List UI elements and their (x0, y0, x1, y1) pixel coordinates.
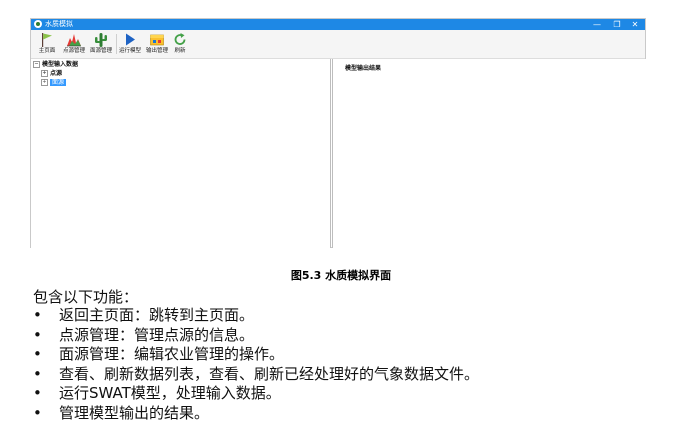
play-icon (126, 33, 135, 46)
list-item-text: 面源管理：编辑农业管理的操作。 (59, 345, 285, 363)
output-icon (150, 34, 164, 46)
list-item-text: 管理模型输出的结果。 (59, 403, 210, 422)
tree-item-label-selected: 面源 (50, 79, 67, 86)
list-item: • 运行SWAT模型，处理输入数据。 (33, 384, 479, 404)
collapse-icon[interactable]: − (33, 61, 40, 68)
tree-root[interactable]: − 模型输入数据 (33, 61, 78, 69)
point-source-label: 点源管理 (62, 48, 85, 54)
bullet-icon: • (33, 345, 42, 363)
window-title: 水质模拟 (45, 20, 73, 28)
expand-icon[interactable]: + (41, 79, 48, 86)
list-item-text: 运行SWAT模型，处理输入数据。 (59, 384, 281, 402)
refresh-label: 刷新 (174, 48, 186, 54)
expand-icon[interactable]: + (41, 70, 48, 77)
home-button[interactable]: 主页面 (35, 32, 59, 57)
list-item-text: 返回主页面：跳转到主页面。 (59, 306, 255, 324)
figure-caption: 图5.3 水质模拟界面 (290, 269, 392, 282)
bullet-icon: • (33, 306, 42, 324)
chart-icon (67, 34, 81, 47)
app-logo-icon (34, 20, 42, 28)
input-data-tree-pane: − 模型输入数据 + 点源 + 面源 (31, 59, 331, 248)
bullet-icon: • (33, 325, 42, 344)
list-item-text: 查看、刷新数据列表，查看、刷新已经处理好的气象数据文件。 (59, 364, 480, 383)
point-source-button[interactable]: 点源管理 (61, 32, 87, 57)
app-window: 水质模拟 — ❐ ✕ 主页面 点源管理 面源管理 运行模型 输出管理 刷新 − … (30, 18, 646, 248)
list-item: • 管理模型输出的结果。 (33, 404, 479, 424)
list-item: • 面源管理：编辑农业管理的操作。 (33, 345, 479, 365)
tree-item-point-source[interactable]: + 点源 (41, 70, 62, 78)
list-item: • 返回主页面：跳转到主页面。 (33, 306, 479, 326)
minimize-button[interactable]: — (589, 19, 605, 30)
run-model-button[interactable]: 运行模型 (117, 32, 143, 57)
refresh-button[interactable]: 刷新 (171, 32, 189, 57)
maximize-button[interactable]: ❐ (609, 19, 625, 30)
intro-text: 包含以下功能： (33, 288, 139, 306)
area-source-label: 面源管理 (89, 48, 112, 54)
toolbar: 主页面 点源管理 面源管理 运行模型 输出管理 刷新 (31, 30, 645, 59)
bullet-icon: • (33, 364, 42, 383)
bullet-icon: • (33, 384, 42, 402)
output-pane-title: 模型输出结果 (345, 65, 382, 72)
output-button[interactable]: 输出管理 (144, 32, 170, 57)
list-item-text: 点源管理：管理点源的信息。 (59, 325, 255, 344)
list-item: • 点源管理：管理点源的信息。 (33, 326, 479, 346)
home-button-label: 主页面 (38, 48, 56, 54)
cactus-icon (95, 33, 107, 47)
title-bar[interactable]: 水质模拟 — ❐ ✕ (31, 19, 645, 30)
tree-root-label: 模型输入数据 (42, 61, 79, 68)
bullet-icon: • (33, 403, 42, 422)
output-results-pane: 模型输出结果 (332, 59, 646, 248)
feature-list: • 返回主页面：跳转到主页面。 • 点源管理：管理点源的信息。 • 面源管理：编辑农业… (33, 306, 479, 423)
output-label: 输出管理 (145, 48, 168, 54)
flag-icon (42, 33, 52, 47)
area-source-button[interactable]: 面源管理 (88, 32, 114, 57)
close-button[interactable]: ✕ (627, 19, 643, 30)
list-item: • 查看、刷新数据列表，查看、刷新已经处理好的气象数据文件。 (33, 365, 479, 385)
tree-item-label: 点源 (50, 70, 63, 77)
run-model-label: 运行模型 (118, 48, 141, 54)
tree-item-area-source[interactable]: + 面源 (41, 79, 67, 87)
refresh-icon (174, 33, 186, 45)
